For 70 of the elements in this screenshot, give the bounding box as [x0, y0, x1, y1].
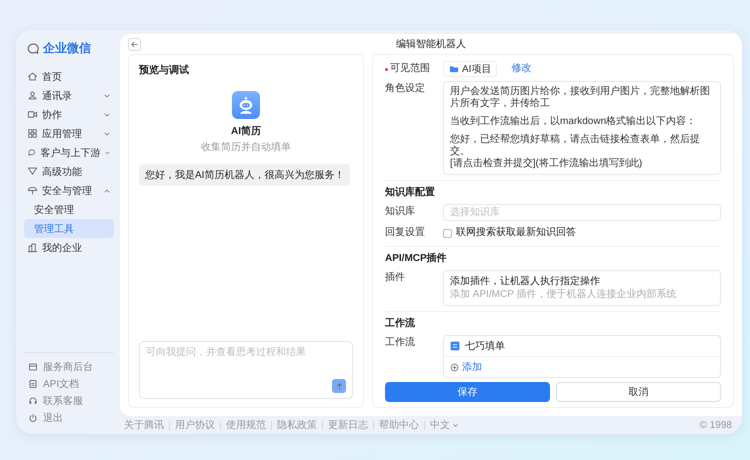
- workflow-item[interactable]: 七巧填单: [465, 339, 505, 353]
- nav-item[interactable]: 高级功能: [24, 162, 114, 181]
- chat-bubble: 您好，我是AI简历机器人，很高兴为您服务！: [139, 164, 350, 186]
- funnel-icon: [27, 166, 38, 177]
- sidebar-link[interactable]: 服务商后台: [24, 358, 114, 375]
- scope-tag[interactable]: AI项目: [443, 61, 498, 77]
- document-icon: [28, 378, 38, 388]
- knowledge-base-select[interactable]: 选择知识库: [443, 204, 721, 221]
- checkbox[interactable]: [443, 228, 452, 238]
- cancel-button[interactable]: 取消: [556, 382, 721, 402]
- section-heading: 知识库配置: [385, 186, 436, 200]
- sidebar-link[interactable]: 联系客服: [24, 392, 114, 409]
- panel-title: 预览与调试: [139, 64, 190, 77]
- nav-item[interactable]: 我的企业: [24, 238, 114, 257]
- section-heading: 工作流: [385, 317, 416, 331]
- home-icon: [27, 71, 38, 82]
- checkbox-label: 联网搜索获取最新知识回答: [456, 226, 576, 240]
- page-title: 编辑智能机器人: [396, 38, 466, 51]
- person-icon: [27, 90, 38, 101]
- field-label: 回复设置: [385, 226, 425, 240]
- plus-circle-icon: [450, 362, 459, 372]
- nav-item[interactable]: 应用管理: [24, 124, 114, 143]
- arrow-left-icon: [130, 40, 139, 48]
- form-icon: [450, 341, 460, 351]
- plugin-title: 添加插件，让机器人执行指定操作: [450, 275, 601, 288]
- nav-item[interactable]: 客户与上下游: [24, 143, 114, 162]
- storefront-icon: [28, 362, 38, 372]
- role-text-area[interactable]: 用户会发送简历图片给你，接收到用户图片，完整地解析图片所有文字，并传给工 当收到工作流输出后，以markdown格式输出以下内容： 您好，已经帮您填好草稿，请点击链接检查表单，然后提交。 [请点击检查并提交](将工作流输出填写到此): [443, 81, 721, 175]
- grid-icon: [27, 128, 38, 139]
- power-icon: [28, 412, 38, 422]
- footer-link[interactable]: 使用规范: [220, 420, 271, 430]
- nav-subitem[interactable]: 管理工具: [24, 219, 114, 238]
- nav-item[interactable]: 协作: [24, 105, 114, 124]
- nav-item[interactable]: 安全与管理: [24, 181, 114, 200]
- field-label: 角色设定: [385, 82, 425, 96]
- nav-item[interactable]: 通讯录: [24, 86, 114, 105]
- sidebar-link[interactable]: API文档: [24, 375, 114, 392]
- chevron-down-icon: [452, 422, 459, 428]
- send-button[interactable]: [332, 379, 346, 393]
- footer-link[interactable]: 帮助中心: [373, 420, 424, 430]
- chat-bubble-icon: [27, 147, 36, 158]
- copyright-text: © 1998: [700, 420, 732, 430]
- save-button[interactable]: 保存: [385, 382, 550, 402]
- footer-link[interactable]: 隐私政策: [271, 420, 322, 430]
- field-label: 可见范围: [390, 62, 430, 76]
- field-label: 插件: [385, 271, 405, 285]
- building-icon: [27, 242, 38, 253]
- edit-link[interactable]: 修改: [511, 61, 532, 77]
- folder-icon: [449, 64, 459, 74]
- footer-link[interactable]: 用户协议: [169, 420, 220, 430]
- video-camera-icon: [27, 109, 38, 120]
- section-heading: API/MCP插件: [385, 252, 448, 266]
- nav-item[interactable]: 首页: [24, 67, 114, 86]
- sidebar-link[interactable]: 退出: [24, 409, 114, 426]
- field-label: 工作流: [385, 336, 415, 350]
- bot-description: 收集简历并自动填单: [201, 140, 291, 154]
- logo-text: 企业微信: [43, 40, 91, 57]
- headset-icon: [28, 396, 38, 406]
- umbrella-icon: [27, 185, 38, 196]
- footer-link[interactable]: 更新日志: [322, 420, 373, 430]
- chat-logo-icon: [26, 42, 40, 56]
- arrow-up-icon: [334, 382, 344, 390]
- nav-subitem[interactable]: 安全管理: [24, 200, 114, 219]
- back-button[interactable]: [128, 38, 141, 50]
- plugin-hint: 添加 API/MCP 插件，便于机器人连接企业内部系统: [450, 288, 678, 301]
- footer-link[interactable]: 关于腾讯: [124, 420, 169, 430]
- field-label: 知识库: [385, 204, 415, 219]
- language-selector[interactable]: 中文: [424, 420, 464, 430]
- bot-name: AI简历: [231, 124, 261, 138]
- add-button[interactable]: 添加: [444, 357, 488, 377]
